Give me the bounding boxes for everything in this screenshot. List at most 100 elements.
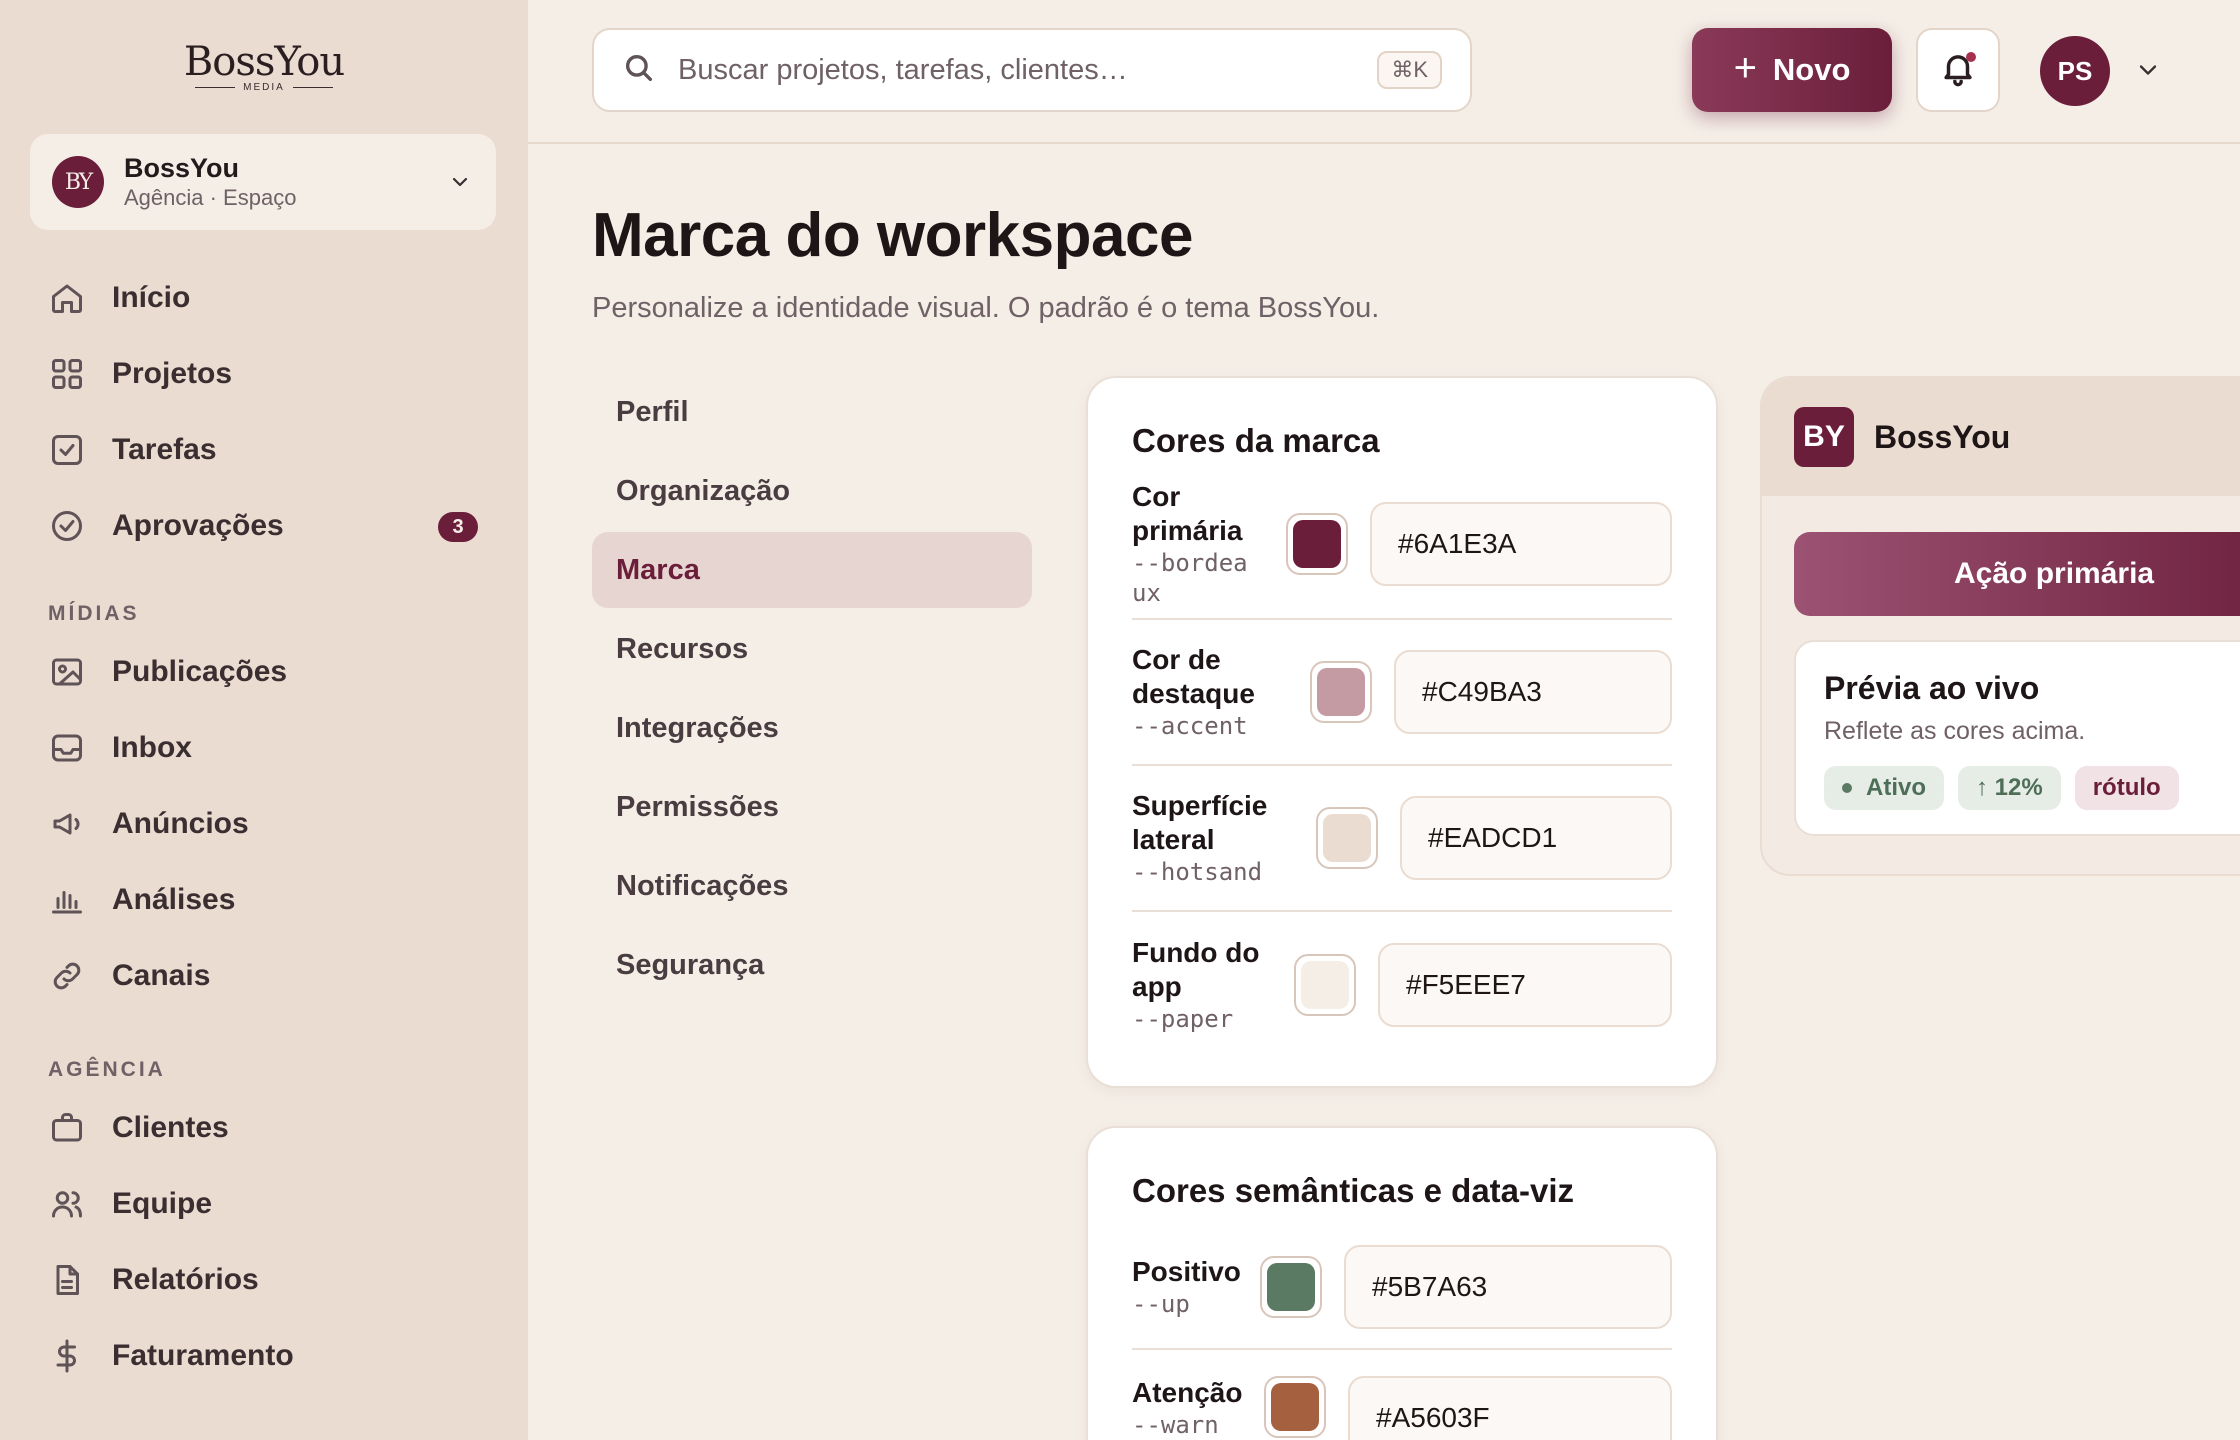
preview-primary-button[interactable]: Ação primária	[1794, 532, 2240, 616]
color-name: Cor primária	[1132, 481, 1243, 546]
color-name: Atenção	[1132, 1377, 1243, 1408]
sidebar-item-inbox[interactable]: Inbox	[30, 710, 496, 786]
sidebar-item-aprovacoes[interactable]: Aprovações 3	[30, 488, 496, 564]
chevron-down-icon[interactable]	[2134, 56, 2162, 84]
color-swatch-app-background[interactable]	[1294, 954, 1356, 1016]
sidebar-item-anuncios[interactable]: Anúncios	[30, 786, 496, 862]
color-label: Fundo do app --paper	[1132, 936, 1294, 1034]
sidebar-item-clientes[interactable]: Clientes	[30, 1090, 496, 1166]
top-bar: Buscar projetos, tarefas, clientes… ⌘K +…	[528, 0, 2240, 144]
document-icon	[48, 1261, 86, 1299]
brand-wordmark: BossYou	[183, 39, 345, 85]
image-icon	[48, 653, 86, 691]
megaphone-icon	[48, 805, 86, 843]
sidebar-item-label: Canais	[112, 959, 211, 992]
semantic-colors-card: Cores semânticas e data-viz Positivo --u…	[1086, 1126, 1718, 1440]
search-icon	[622, 51, 656, 90]
dot-icon	[1842, 783, 1852, 793]
color-row-accent: Cor de destaque --accent #C49BA3	[1132, 620, 1672, 766]
preview-logo: BY	[1794, 407, 1854, 467]
color-row-sidebar-surface: Superfície lateral --hotsand #EADCD1	[1132, 766, 1672, 912]
hex-input-warning[interactable]: #A5603F	[1348, 1376, 1672, 1440]
new-button-label: Novo	[1772, 52, 1851, 87]
color-name: Positivo	[1132, 1256, 1241, 1287]
section-title-midias: MÍDIAS	[48, 602, 140, 625]
briefcase-icon	[48, 1109, 86, 1147]
color-row-warning: Atenção --warn #A5603F	[1132, 1350, 1672, 1440]
sidebar-item-canais[interactable]: Canais	[30, 938, 496, 1014]
media-nav: MÍDIAS Publicações Inbox Anúncios Anális…	[30, 594, 496, 1014]
sidebar-item-label: Faturamento	[112, 1339, 294, 1372]
preview-header: BY BossYou	[1762, 378, 2240, 496]
page-subtitle: Personalize a identidade visual. O padrã…	[592, 292, 1380, 324]
color-label: Superfície lateral --hotsand	[1132, 789, 1316, 887]
color-var: --hotsand	[1132, 858, 1263, 886]
color-swatch-warning[interactable]	[1264, 1376, 1326, 1438]
sidebar-item-analises[interactable]: Análises	[30, 862, 496, 938]
sidebar-item-relatorios[interactable]: Relatórios	[30, 1242, 496, 1318]
color-label: Cor primária --bordeaux	[1132, 480, 1286, 608]
sidebar-item-publicacoes[interactable]: Publicações	[30, 634, 496, 710]
hex-input-sidebar-surface[interactable]: #EADCD1	[1400, 796, 1672, 880]
search-shortcut: ⌘K	[1377, 51, 1442, 89]
color-label: Atenção --warn	[1132, 1376, 1264, 1440]
sidebar-item-label: Inbox	[112, 731, 192, 764]
hex-input-accent[interactable]: #C49BA3	[1394, 650, 1672, 734]
sidebar-item-inicio[interactable]: Início	[30, 260, 496, 336]
main-nav: Início Projetos Tarefas Aprovações 3	[30, 260, 496, 564]
sidebar-item-label: Publicações	[112, 655, 288, 688]
settings-tab-notificacoes[interactable]: Notificações	[592, 848, 1032, 924]
section-title-agencia: AGÊNCIA	[48, 1058, 166, 1081]
sidebar-item-label: Equipe	[112, 1187, 213, 1220]
search-input[interactable]: Buscar projetos, tarefas, clientes…	[678, 54, 1377, 87]
color-var: --accent	[1132, 712, 1248, 740]
sidebar-item-tarefas[interactable]: Tarefas	[30, 412, 496, 488]
home-icon	[48, 279, 86, 317]
hex-input-primary[interactable]: #6A1E3A	[1370, 502, 1672, 586]
settings-tab-recursos[interactable]: Recursos	[592, 611, 1032, 687]
page-title: Marca do workspace	[592, 201, 1193, 270]
color-name: Superfície lateral	[1132, 790, 1268, 855]
workspace-switcher[interactable]: BY BossYou Agência · Espaço	[30, 134, 496, 230]
brand-subline: MEDIA	[0, 82, 528, 93]
settings-tab-integracoes[interactable]: Integrações	[592, 690, 1032, 766]
notification-dot	[1966, 52, 1976, 62]
users-icon	[48, 1185, 86, 1223]
sidebar-item-projetos[interactable]: Projetos	[30, 336, 496, 412]
sidebar: BossYou MEDIA BY BossYou Agência · Espaç…	[0, 0, 528, 1440]
sidebar-item-label: Aprovações	[112, 509, 284, 542]
notifications-button[interactable]	[1916, 28, 2000, 112]
sidebar-item-faturamento[interactable]: Faturamento	[30, 1318, 496, 1394]
color-row-primary: Cor primária --bordeaux #6A1E3A	[1132, 470, 1672, 620]
color-var: --warn	[1132, 1411, 1219, 1439]
user-avatar[interactable]: PS	[2040, 36, 2110, 106]
hex-input-app-background[interactable]: #F5EEE7	[1378, 943, 1672, 1027]
sidebar-item-equipe[interactable]: Equipe	[30, 1166, 496, 1242]
agency-nav: AGÊNCIA Clientes Equipe Relatórios Fatur…	[30, 1050, 496, 1394]
color-row-app-background: Fundo do app --paper #F5EEE7	[1132, 912, 1672, 1058]
plus-icon: +	[1733, 46, 1757, 90]
color-row-positive: Positivo --up #5B7A63	[1132, 1226, 1672, 1350]
color-swatch-accent[interactable]	[1310, 661, 1372, 723]
settings-tab-seguranca[interactable]: Segurança	[592, 927, 1032, 1003]
settings-tab-perfil[interactable]: Perfil	[592, 374, 1032, 450]
card-title: Cores semânticas e data-viz	[1132, 1172, 1575, 1209]
hex-input-positive[interactable]: #5B7A63	[1344, 1245, 1672, 1329]
new-button[interactable]: + Novo	[1692, 28, 1892, 112]
color-swatch-positive[interactable]	[1260, 1256, 1322, 1318]
color-label: Cor de destaque --accent	[1132, 643, 1310, 741]
sidebar-item-label: Análises	[112, 883, 236, 916]
color-swatch-primary[interactable]	[1286, 513, 1348, 575]
settings-tab-marca[interactable]: Marca	[592, 532, 1032, 608]
brand-sub: MEDIA	[243, 82, 285, 93]
brand-colors-card: Cores da marca Cor primária --bordeaux #…	[1086, 376, 1718, 1088]
sidebar-item-label: Início	[112, 281, 191, 314]
settings-tab-permissoes[interactable]: Permissões	[592, 769, 1032, 845]
search-bar[interactable]: Buscar projetos, tarefas, clientes… ⌘K	[592, 28, 1472, 112]
bar-chart-icon	[48, 881, 86, 919]
brand-logo[interactable]: BossYou MEDIA	[0, 40, 528, 93]
color-swatch-sidebar-surface[interactable]	[1316, 807, 1378, 869]
approvals-count-badge: 3	[438, 512, 478, 542]
settings-tab-organizacao[interactable]: Organização	[592, 453, 1032, 529]
sidebar-item-label: Tarefas	[112, 433, 217, 466]
